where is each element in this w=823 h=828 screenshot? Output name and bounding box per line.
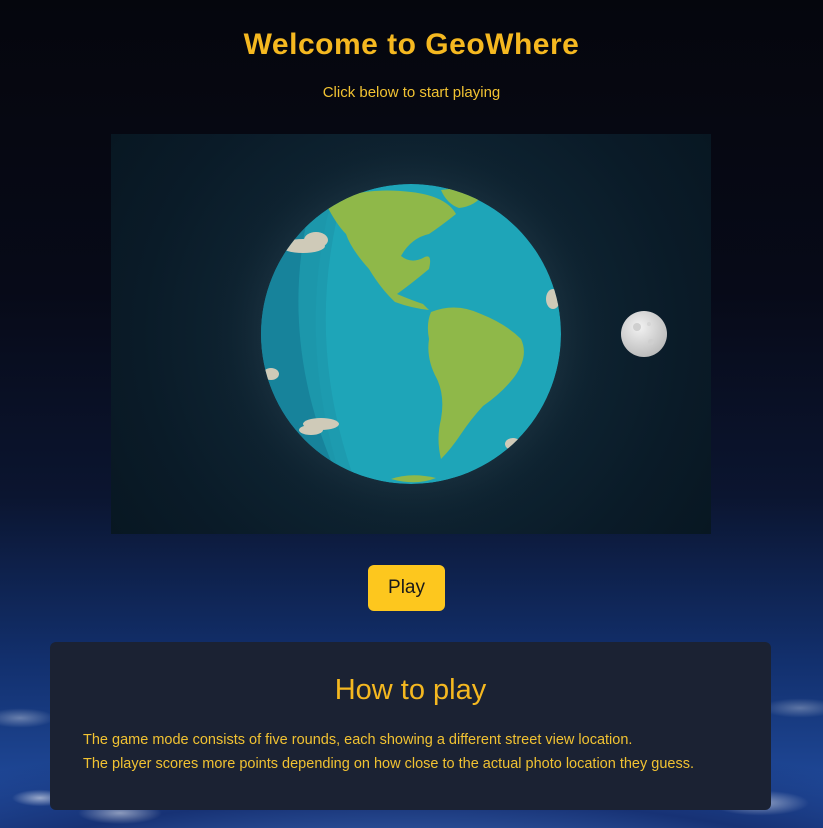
page-subtitle: Click below to start playing: [322, 84, 501, 101]
landing-page: Welcome to GeoWhere Click below to start…: [0, 0, 823, 828]
moon: [621, 311, 667, 357]
page-title: Welcome to GeoWhere: [243, 28, 580, 61]
how-to-play-panel: How to play The game mode consists of fi…: [50, 642, 771, 810]
play-button[interactable]: Play: [368, 565, 445, 611]
how-to-play-title: How to play: [334, 674, 487, 706]
earth-illustration: [111, 134, 711, 534]
how-to-play-line: The game mode consists of five rounds, e…: [83, 732, 633, 748]
earth-moon-graphic: [211, 134, 667, 534]
how-to-play-line: The player scores more points depending …: [83, 756, 694, 772]
